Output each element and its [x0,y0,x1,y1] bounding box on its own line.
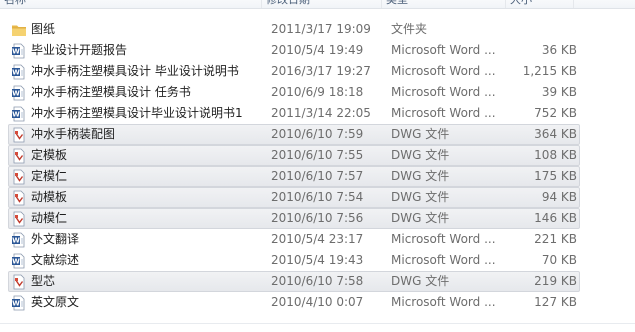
dwg-file-icon [11,190,27,206]
dwg-file-icon [11,169,27,185]
file-row[interactable]: W 冲水手柄注塑模具设计 毕业设计说明书 2016/3/17 19:27 Micros… [8,61,580,82]
file-name: 动模板 [31,190,68,204]
file-row[interactable]: 定模仁 2010/6/10 7:57 DWG 文件 175 KB [8,166,580,187]
file-name: 毕业设计开题报告 [31,43,128,57]
file-row[interactable]: W 英文原文 2010/4/10 0:07 Microsoft Word ... 127… [8,292,580,313]
file-date-modified: 2010/6/10 7:56 [271,211,364,225]
word-doc-icon: W [11,85,27,101]
file-name: 外文翻译 [31,232,80,246]
file-type: Microsoft Word ... [391,106,496,120]
file-type: Microsoft Word ... [391,295,496,309]
column-header-size[interactable]: 大小 [506,0,574,8]
file-date-modified: 2010/5/4 19:43 [271,253,364,267]
file-row[interactable]: W 外文翻译 2010/5/4 23:17 Microsoft Word ... 221… [8,229,580,250]
file-row[interactable]: 定模板 2010/6/10 7:55 DWG 文件 108 KB [8,145,580,166]
file-size: 364 KB [534,127,577,141]
word-doc-icon: W [11,106,27,122]
file-row[interactable]: 动模仁 2010/6/10 7:56 DWG 文件 146 KB [8,208,580,229]
file-type: Microsoft Word ... [391,85,496,99]
file-type: 文件夹 [391,22,428,36]
file-size: 146 KB [534,211,577,225]
file-type: DWG 文件 [391,127,450,141]
word-doc-icon: W [11,295,27,311]
file-name: 冲水手柄注塑模具设计 任务书 [31,85,191,99]
svg-text:W: W [12,258,20,266]
svg-text:W: W [12,237,20,245]
file-size: 39 KB [541,85,577,99]
folder-icon [11,22,27,38]
file-name: 英文原文 [31,295,80,309]
file-row[interactable]: 动模板 2010/6/10 7:54 DWG 文件 94 KB [8,187,580,208]
file-type: Microsoft Word ... [391,64,496,78]
file-date-modified: 2010/6/10 7:55 [271,148,364,162]
word-doc-icon: W [11,253,27,269]
word-doc-icon: W [11,43,27,59]
file-type: DWG 文件 [391,190,450,204]
file-row[interactable]: W 文献综述 2010/5/4 19:43 Microsoft Word ... 70 … [8,250,580,271]
file-row[interactable]: 图纸 2011/3/17 19:09 文件夹 [8,19,580,40]
file-name: 冲水手柄注塑模具设计毕业设计说明书1 [31,106,243,120]
file-type: DWG 文件 [391,211,450,225]
file-name: 冲水手柄装配图 [31,127,116,141]
file-name: 图纸 [31,22,56,36]
file-explorer-window: 名称 修改日期 类型 大小 图纸 2011/3/17 19:09 文件夹 W 毕业设计开… [0,0,635,332]
file-date-modified: 2016/3/17 19:27 [271,64,371,78]
file-size: 752 KB [534,106,577,120]
file-name: 定模板 [31,148,68,162]
file-row[interactable]: W 冲水手柄注塑模具设计毕业设计说明书1 2011/3/14 22:05 Micros… [8,103,580,124]
file-name: 文献综述 [31,253,80,267]
file-name: 定模仁 [31,169,68,183]
file-date-modified: 2010/6/9 18:18 [271,85,364,99]
file-type: Microsoft Word ... [391,43,496,57]
file-row[interactable]: 冲水手柄装配图 2010/6/10 7:59 DWG 文件 364 KB [8,124,580,145]
dwg-file-icon [11,274,27,290]
file-date-modified: 2010/4/10 0:07 [271,295,364,309]
file-size: 127 KB [534,295,577,309]
file-row[interactable]: W 毕业设计开题报告 2010/5/4 19:49 Microsoft Word ..… [8,40,580,61]
file-size: 219 KB [534,274,577,288]
file-date-modified: 2011/3/17 19:09 [271,22,371,36]
file-size: 221 KB [534,232,577,246]
column-header-type[interactable]: 类型 [382,0,506,8]
dwg-file-icon [11,211,27,227]
svg-text:W: W [12,90,20,98]
file-date-modified: 2010/6/10 7:59 [271,127,364,141]
svg-text:W: W [12,111,20,119]
file-size: 1,215 KB [522,64,577,78]
svg-text:W: W [12,69,20,77]
file-row[interactable]: W 冲水手柄注塑模具设计 任务书 2010/6/9 18:18 Microsoft W… [8,82,580,103]
file-name: 型芯 [31,274,56,288]
file-type: Microsoft Word ... [391,253,496,267]
file-size: 94 KB [541,190,577,204]
file-type: Microsoft Word ... [391,232,496,246]
file-date-modified: 2010/5/4 23:17 [271,232,364,246]
file-row[interactable]: 型芯 2010/6/10 7:58 DWG 文件 219 KB [8,271,580,292]
file-size: 108 KB [534,148,577,162]
word-doc-icon: W [11,232,27,248]
file-size [509,20,577,39]
file-name: 动模仁 [31,211,68,225]
svg-text:W: W [12,300,20,308]
dwg-file-icon [11,148,27,164]
file-date-modified: 2010/6/10 7:58 [271,274,364,288]
file-list: 图纸 2011/3/17 19:09 文件夹 W 毕业设计开题报告 2010/5/4 19… [0,19,635,313]
column-header-bar: 名称 修改日期 类型 大小 [0,0,635,9]
file-date-modified: 2010/6/10 7:57 [271,169,364,183]
divider [0,323,635,324]
column-header-date[interactable]: 修改日期 [262,0,382,8]
file-date-modified: 2010/5/4 19:49 [271,43,364,57]
file-type: DWG 文件 [391,274,450,288]
dwg-file-icon [11,127,27,143]
svg-text:W: W [12,48,20,56]
file-type: DWG 文件 [391,169,450,183]
file-type: DWG 文件 [391,148,450,162]
file-size: 70 KB [541,253,577,267]
file-size: 36 KB [541,43,577,57]
column-header-name[interactable]: 名称 [0,0,262,8]
file-name: 冲水手柄注塑模具设计 毕业设计说明书 [31,64,239,78]
file-size: 175 KB [534,169,577,183]
file-date-modified: 2010/6/10 7:54 [271,190,364,204]
word-doc-icon: W [11,64,27,80]
file-date-modified: 2011/3/14 22:05 [271,106,371,120]
